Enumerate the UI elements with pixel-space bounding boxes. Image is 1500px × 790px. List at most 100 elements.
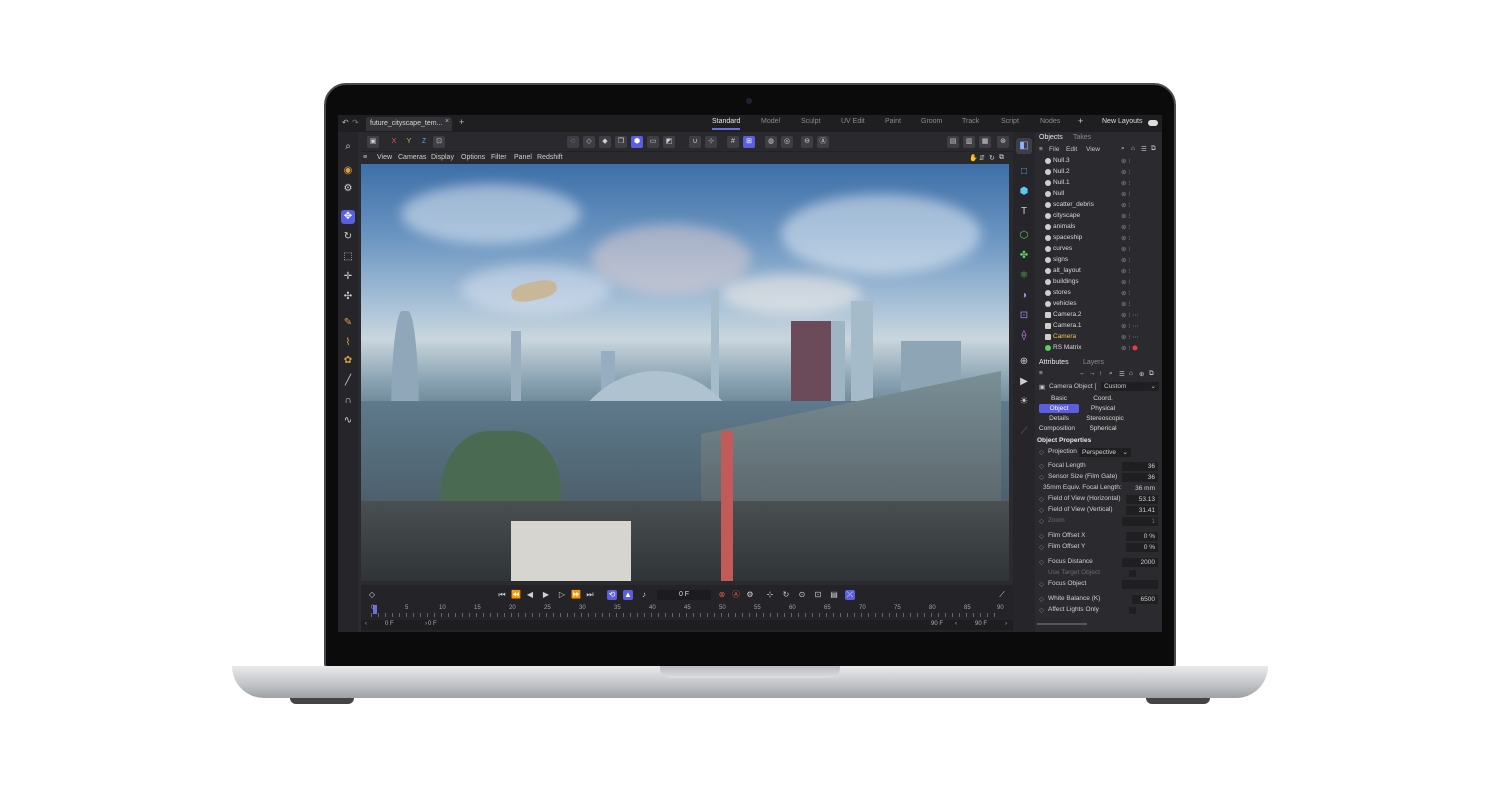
coordinate-system-icon[interactable]: ⊡: [433, 136, 445, 148]
group-spherical[interactable]: Spherical: [1083, 424, 1123, 433]
tab-layers[interactable]: Layers: [1083, 359, 1104, 366]
hamburger-icon[interactable]: ≡: [363, 154, 367, 161]
layout-tab-track[interactable]: Track: [962, 118, 979, 125]
list-item[interactable]: alt_layout ⊛ ⁝: [1035, 266, 1157, 277]
keyframe-icon[interactable]: ◇: [367, 590, 377, 600]
autokey-icon[interactable]: Ⓐ: [731, 590, 741, 600]
axis-y-toggle[interactable]: Y: [403, 136, 415, 148]
fov-vertical-field[interactable]: 31.41: [1126, 506, 1158, 515]
orbit-icon[interactable]: ↻: [989, 154, 995, 162]
expand-icon[interactable]: ⧉: [1151, 145, 1156, 153]
interpolation-icon[interactable]: ⤫: [845, 590, 855, 600]
list-item[interactable]: Camera.2 ⊛ ⁝ ⋯: [1035, 310, 1157, 321]
camera-icon[interactable]: ▶: [1016, 374, 1032, 390]
sensor-size-field[interactable]: 36: [1122, 473, 1158, 482]
text-icon[interactable]: T: [1016, 204, 1032, 220]
prev-frame-icon[interactable]: ◀: [525, 590, 535, 600]
key-position-icon[interactable]: ⊹: [765, 590, 775, 600]
render-settings-icon[interactable]: ▦: [979, 136, 991, 148]
polygons-mode-icon[interactable]: ◆: [599, 136, 611, 148]
settings-icon[interactable]: ⚙: [341, 182, 355, 196]
spline-icon[interactable]: ⟠: [1016, 328, 1032, 344]
texture-mode-icon[interactable]: ◩: [663, 136, 675, 148]
key-rotation-icon[interactable]: ↻: [781, 590, 791, 600]
film-offset-x-field[interactable]: 0 %: [1126, 532, 1158, 541]
render-view-icon[interactable]: ▤: [947, 136, 959, 148]
uv-mode-icon[interactable]: ▭: [647, 136, 659, 148]
list-item[interactable]: RS Matrix ⊛ ⁝ ⬢: [1035, 343, 1157, 354]
cube-icon[interactable]: ⬢: [1016, 184, 1032, 200]
group-stereoscopic[interactable]: Stereoscopic: [1083, 414, 1127, 423]
menu-options[interactable]: Options: [461, 154, 485, 161]
list-item[interactable]: buildings ⊛ ⁝: [1035, 277, 1157, 288]
workplane-icon[interactable]: ⊞: [743, 136, 755, 148]
list-item-selected[interactable]: Camera ⊛ ⁝ ⋯: [1035, 332, 1157, 343]
list-item[interactable]: curves ⊛ ⁝: [1035, 244, 1157, 255]
end-frame-field[interactable]: 90 F: [975, 621, 987, 627]
axis-x-toggle[interactable]: X: [388, 136, 400, 148]
key-param-icon[interactable]: ⊡: [813, 590, 823, 600]
focus-object-field[interactable]: [1122, 580, 1158, 589]
list-item[interactable]: spaceship ⊛ ⁝: [1035, 233, 1157, 244]
brush-icon[interactable]: ⌇: [341, 336, 355, 350]
dolly-icon[interactable]: ⇵: [979, 154, 985, 162]
list-item[interactable]: signs ⊛ ⁝: [1035, 255, 1157, 266]
list-item[interactable]: stores ⊛ ⁝: [1035, 288, 1157, 299]
filter-icon[interactable]: ☰: [1141, 145, 1147, 153]
group-composition[interactable]: Composition: [1035, 424, 1079, 433]
mode-select[interactable]: Custom ⌄: [1101, 382, 1159, 391]
keyframe-selection-icon[interactable]: ⚙: [745, 590, 755, 600]
new-tab-icon[interactable]: +: [459, 117, 464, 127]
axis-z-toggle[interactable]: Z: [418, 136, 430, 148]
next-key-icon[interactable]: ⏩: [571, 590, 581, 600]
hamburger-icon[interactable]: ≡: [1039, 370, 1043, 377]
redo-icon[interactable]: ↷: [352, 118, 359, 127]
scrollbar[interactable]: [1037, 623, 1087, 625]
group-coord[interactable]: Coord.: [1083, 394, 1123, 403]
annotation-icon[interactable]: Ⓐ: [817, 136, 829, 148]
redshift-icon[interactable]: ⊛: [997, 136, 1009, 148]
use-target-checkbox[interactable]: [1129, 570, 1136, 577]
list-item[interactable]: Null.1 ⊛ ⁝: [1035, 178, 1157, 189]
prev-key-icon[interactable]: ⏪: [511, 590, 521, 600]
layout-tab-model[interactable]: Model: [761, 118, 780, 125]
snap-icon[interactable]: ✣: [341, 290, 355, 304]
right-arrow-icon[interactable]: ›: [1005, 621, 1007, 627]
record-icon[interactable]: ⊗: [717, 590, 727, 600]
group-physical[interactable]: Physical: [1083, 404, 1123, 413]
add-layout-icon[interactable]: +: [1078, 116, 1083, 126]
filter-icon[interactable]: ☰: [1119, 370, 1125, 378]
hamburger-icon[interactable]: ≡: [1039, 146, 1043, 153]
generator-icon[interactable]: ⬡: [1016, 228, 1032, 244]
layout-tab-nodes[interactable]: Nodes: [1040, 118, 1060, 125]
focal-length-field[interactable]: 36: [1122, 462, 1158, 471]
magnet-snap-icon[interactable]: ∪: [689, 136, 701, 148]
list-item[interactable]: cityscape ⊛ ⁝: [1035, 211, 1157, 222]
viewport-render[interactable]: [361, 164, 1009, 581]
new-layouts-button[interactable]: New Layouts: [1102, 118, 1142, 125]
list-item[interactable]: Null.2 ⊛ ⁝: [1035, 167, 1157, 178]
group-details[interactable]: Details: [1039, 414, 1079, 423]
list-item[interactable]: scatter_debris ⊛ ⁝: [1035, 200, 1157, 211]
affect-lights-checkbox[interactable]: [1129, 607, 1136, 614]
list-item[interactable]: Camera.1 ⊛ ⁝ ⋯: [1035, 321, 1157, 332]
menu-view[interactable]: View: [1086, 146, 1100, 153]
magnet-icon[interactable]: ∩: [341, 394, 355, 408]
rotate-tool-icon[interactable]: ↻: [341, 230, 355, 244]
paint-icon[interactable]: ✿: [341, 354, 355, 368]
layout-tab-standard[interactable]: Standard: [712, 118, 741, 130]
timeline-ruler[interactable]: 0 5 10 15 20 25 30 35 40 45 50 55 60 65 …: [371, 605, 1004, 619]
next-frame-icon[interactable]: ▷: [557, 590, 567, 600]
scale-tool-icon[interactable]: ⬚: [341, 250, 355, 264]
layout-tab-uv-edit[interactable]: UV Edit: [841, 118, 865, 125]
primitive-icon[interactable]: □: [1016, 164, 1032, 180]
search-icon[interactable]: ⌕: [1109, 370, 1113, 378]
cube-add-icon[interactable]: ◧: [1016, 138, 1032, 154]
key-scale-icon[interactable]: ⊙: [797, 590, 807, 600]
fov-horizontal-field[interactable]: 53.13: [1126, 495, 1158, 504]
menu-cameras[interactable]: Cameras: [398, 154, 426, 161]
expand-icon[interactable]: ⧉: [1149, 370, 1154, 378]
right-arrow-icon[interactable]: ›: [425, 621, 427, 627]
projection-select[interactable]: Perspective ⌄: [1079, 448, 1131, 457]
search-icon[interactable]: ⌕: [1121, 145, 1125, 153]
